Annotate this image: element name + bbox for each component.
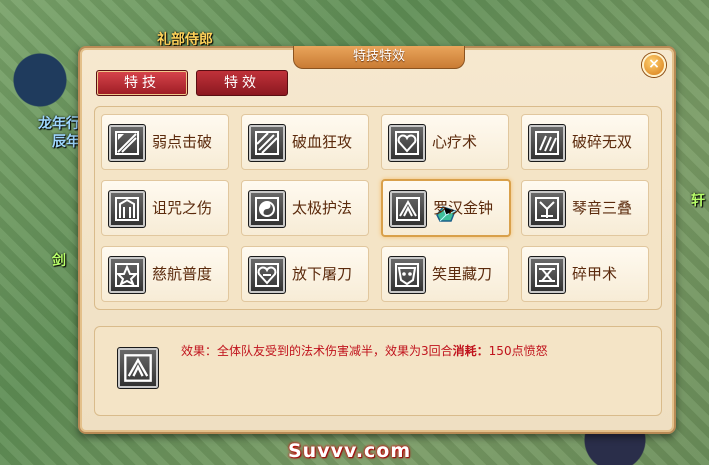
effect-label: 效果： — [181, 344, 218, 358]
skill-slot-poxue[interactable]: 破血狂攻 — [241, 114, 369, 170]
effect-detail-panel: 效果：全体队友受到的法术伤害减半，效果为3回合消耗：150点愤怒 — [94, 326, 662, 416]
cost-value: 150点愤怒 — [488, 344, 548, 358]
heart-knot-icon — [248, 256, 286, 294]
skill-name: 破碎无双 — [572, 133, 633, 151]
bell-icon — [389, 190, 427, 228]
skill-name: 碎甲术 — [572, 265, 618, 283]
skill-slot-fangxia[interactable]: 放下屠刀 — [241, 246, 369, 302]
skill-name: 放下屠刀 — [292, 265, 353, 283]
yin-yang-icon — [248, 190, 286, 228]
lotus-icon — [108, 256, 146, 294]
skill-slot-taiji[interactable]: 太极护法 — [241, 180, 369, 236]
npc-name-longnian: 龙年行 — [38, 116, 80, 132]
skill-grid: 弱点击破 破血狂攻 心疗术 破碎无双 诅咒之伤 太极护法 罗汉金钟 琴音三叠 慈… — [94, 106, 662, 310]
skill-slot-posui[interactable]: 破碎无双 — [521, 114, 649, 170]
skill-name: 慈航普度 — [152, 265, 213, 283]
skill-slot-xinliao[interactable]: 心疗术 — [381, 114, 509, 170]
heart-icon — [388, 124, 426, 162]
skill-name: 心疗术 — [432, 133, 478, 151]
watermark: Suvvv.com — [288, 440, 412, 462]
skill-name: 琴音三叠 — [572, 199, 633, 217]
tab-special-skills[interactable]: 特技 — [96, 70, 188, 96]
skill-name: 罗汉金钟 — [433, 199, 494, 217]
window-title: 特技特效 — [293, 46, 465, 69]
armor-break-icon — [528, 256, 566, 294]
skill-name: 破血狂攻 — [292, 133, 353, 151]
skill-slot-ruodian[interactable]: 弱点击破 — [101, 114, 229, 170]
tab-special-effects[interactable]: 特效 — [196, 70, 288, 96]
effect-text: 全体队友受到的法术伤害减半，效果为3回合 — [217, 344, 453, 358]
skill-slot-luohan[interactable]: 罗汉金钟 — [381, 179, 511, 237]
skill-slot-xiaoli[interactable]: 笑里藏刀 — [381, 246, 509, 302]
lute-icon — [528, 190, 566, 228]
npc-name-jian: 剑 — [52, 253, 66, 269]
curse-icon — [108, 190, 146, 228]
skill-slot-zuzhou[interactable]: 诅咒之伤 — [101, 180, 229, 236]
skill-name: 弱点击破 — [152, 133, 213, 151]
npc-name-xuan: 轩 — [691, 193, 705, 209]
skill-slot-qinyin[interactable]: 琴音三叠 — [521, 180, 649, 236]
slash-marks-icon — [248, 124, 286, 162]
close-button[interactable]: × — [642, 53, 666, 77]
skill-name: 笑里藏刀 — [432, 265, 493, 283]
shatter-icon — [528, 124, 566, 162]
npc-name-chennian: 辰年 — [52, 134, 80, 150]
cost-label: 消耗： — [452, 344, 489, 358]
skill-effect-window: 特技特效 × 特技 特效 弱点击破 破血狂攻 心疗术 破碎无双 诅咒之伤 太极护… — [78, 46, 676, 434]
bell-icon — [117, 347, 159, 389]
skill-name: 诅咒之伤 — [152, 199, 213, 217]
mask-icon — [388, 256, 426, 294]
skill-name: 太极护法 — [292, 199, 353, 217]
effect-description: 效果：全体队友受到的法术伤害减半，效果为3回合消耗：150点愤怒 — [181, 342, 548, 359]
skill-slot-suijia[interactable]: 碎甲术 — [521, 246, 649, 302]
broken-diagonal-icon — [108, 124, 146, 162]
tab-bar: 特技 特效 — [96, 70, 288, 96]
skill-slot-cihang[interactable]: 慈航普度 — [101, 246, 229, 302]
